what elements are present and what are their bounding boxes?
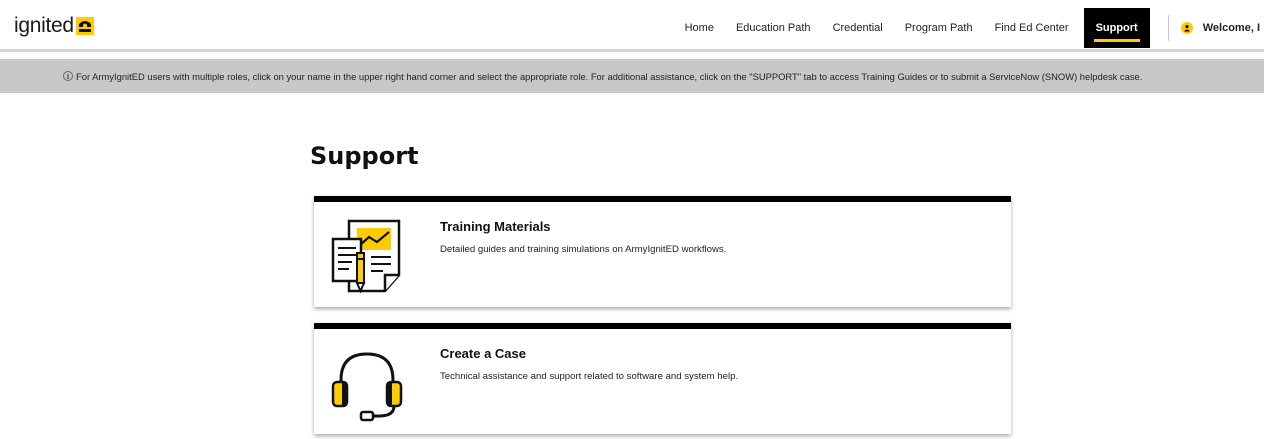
- nav-find-ed-center[interactable]: Find Ed Center: [984, 8, 1080, 48]
- user-icon: [1180, 22, 1193, 34]
- card-title[interactable]: Create a Case: [440, 346, 526, 361]
- info-banner-text: For ArmyIgnitED users with multiple role…: [76, 70, 1143, 82]
- ignited-logo[interactable]: ignited: [14, 14, 94, 38]
- logo-mark-icon: [75, 17, 94, 35]
- nav-home[interactable]: Home: [674, 8, 725, 48]
- headset-icon: [331, 352, 403, 422]
- card-title[interactable]: Training Materials: [440, 219, 551, 234]
- user-menu[interactable]: Welcome, I: [1180, 22, 1264, 34]
- logo-text: ignited: [14, 14, 74, 37]
- training-document-icon: [331, 219, 401, 294]
- card-description: Technical assistance and support related…: [440, 371, 739, 382]
- create-a-case-card[interactable]: Create a Case Technical assistance and s…: [314, 323, 1011, 434]
- training-materials-card[interactable]: Training Materials Detailed guides and t…: [314, 196, 1011, 307]
- nav-program-path[interactable]: Program Path: [894, 8, 984, 48]
- nav-divider: [1167, 15, 1169, 41]
- nav-credential[interactable]: Credential: [822, 8, 894, 48]
- nav-support[interactable]: Support: [1083, 8, 1150, 48]
- main-nav: Home Education Path Credential Program P…: [674, 8, 1264, 48]
- info-icon: i: [63, 71, 73, 81]
- nav-education-path[interactable]: Education Path: [725, 8, 822, 48]
- page-title: Support: [310, 142, 419, 170]
- card-description: Detailed guides and training simulations…: [440, 244, 727, 255]
- top-navigation-bar: ignited Home Education Path Credential P…: [0, 0, 1264, 52]
- info-banner: i For ArmyIgnitED users with multiple ro…: [0, 59, 1264, 93]
- welcome-text: Welcome, I: [1202, 22, 1260, 34]
